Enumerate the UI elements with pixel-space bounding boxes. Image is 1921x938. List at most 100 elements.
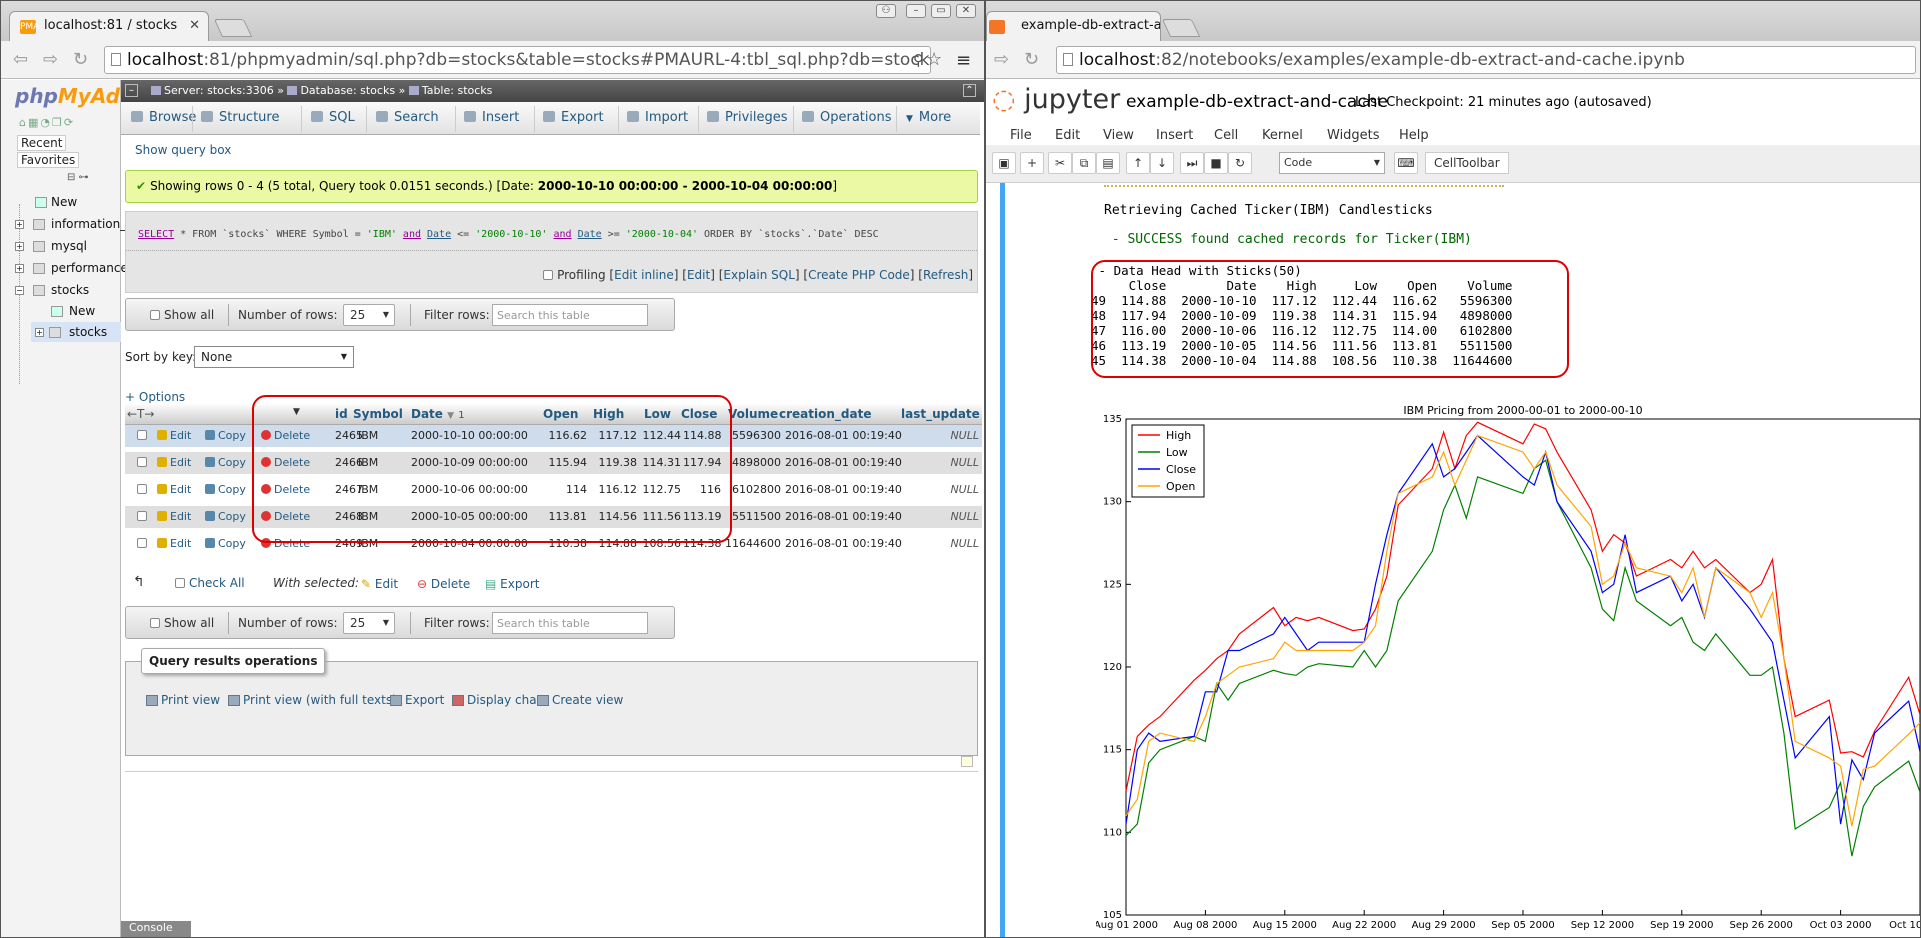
table-cell[interactable]: 2016-08-01 00:19:40 (785, 425, 903, 447)
row-copy-button[interactable]: Copy (203, 533, 246, 555)
forward-arrow-icon[interactable]: ⇨ (43, 50, 58, 70)
tree-item-performance-schema[interactable]: + performance (1, 258, 128, 278)
expand-icon[interactable]: + (15, 264, 24, 273)
celltoolbar-button[interactable]: CellToolbar (1425, 152, 1509, 174)
browser-tab-phpmyadmin[interactable]: PMA localhost:81 / stocks ✕ (9, 11, 209, 41)
maximize-icon[interactable]: ▭ (931, 4, 951, 18)
tab-operations[interactable]: Operations (802, 110, 891, 125)
column-header-last-update[interactable]: last_update (901, 407, 980, 421)
stop-icon[interactable]: ■ (1204, 152, 1228, 174)
cut-icon[interactable]: ✂ (1048, 152, 1072, 174)
menu-kernel[interactable]: Kernel (1262, 128, 1303, 143)
column-header-creation-date[interactable]: creation_date (779, 407, 871, 421)
create-view-link[interactable]: Create view (537, 693, 623, 707)
table-cell[interactable]: NULL (901, 506, 979, 528)
row-edit-button[interactable]: Edit (155, 533, 191, 555)
row-checkbox[interactable] (137, 430, 147, 440)
new-tab-button[interactable] (213, 19, 253, 37)
create-php-code-link[interactable]: Create PHP Code (808, 268, 910, 282)
reload-icon[interactable]: ↻ (1024, 50, 1039, 70)
bulk-delete-button[interactable]: ⊖ Delete (417, 577, 470, 591)
breadcrumb-database[interactable]: Database: stocks (300, 84, 395, 97)
collapse-header-icon[interactable]: ⌃ (963, 84, 976, 97)
table-cell[interactable]: 2016-08-01 00:19:40 (785, 533, 903, 555)
row-edit-button[interactable]: Edit (155, 452, 191, 474)
table-cell[interactable]: 11644600 (725, 533, 781, 555)
tab-structure[interactable]: Structure (201, 110, 279, 125)
sort-by-key-select[interactable]: None (194, 346, 354, 368)
row-checkbox[interactable] (137, 457, 147, 467)
console-toggle[interactable]: Console (121, 921, 191, 937)
add-cell-icon[interactable]: + (1020, 152, 1044, 174)
menu-help[interactable]: Help (1399, 128, 1429, 143)
table-cell[interactable]: 4898000 (725, 452, 781, 474)
recent-tables-button[interactable]: Recent (17, 135, 67, 151)
row-edit-button[interactable]: Edit (155, 506, 191, 528)
row-edit-button[interactable]: Edit (155, 425, 191, 447)
tab-insert[interactable]: Insert (464, 110, 519, 125)
breadcrumb-server[interactable]: Server: stocks:3306 (164, 84, 274, 97)
row-copy-button[interactable]: Copy (203, 452, 246, 474)
copy-icon[interactable]: ⧉ (1072, 152, 1096, 174)
move-down-icon[interactable]: ↓ (1150, 152, 1174, 174)
browser-tab-jupyter[interactable]: example-db-extract-a (986, 11, 1161, 41)
row-edit-button[interactable]: Edit (155, 479, 191, 501)
expand-icon[interactable]: + (15, 220, 24, 229)
restart-icon[interactable]: ↻ (1228, 152, 1252, 174)
table-cell[interactable]: 5596300 (725, 425, 781, 447)
bulk-edit-button[interactable]: ✎ Edit (361, 577, 398, 591)
menu-edit[interactable]: Edit (1055, 128, 1080, 143)
tree-item-new-table[interactable]: New (1, 301, 121, 321)
breadcrumb-table[interactable]: Table: stocks (422, 84, 493, 97)
column-arrows-icon[interactable]: ←T→ (127, 407, 154, 421)
tree-item-table-stocks[interactable]: + stocks (31, 322, 121, 342)
check-all-toggle[interactable]: Check All (175, 576, 245, 590)
sql-query-text[interactable]: SELECT * FROM `stocks` WHERE Symbol = 'I… (138, 229, 879, 240)
row-copy-button[interactable]: Copy (203, 425, 246, 447)
edit-inline-link[interactable]: Edit inline (614, 268, 674, 282)
options-link[interactable]: + Options (125, 390, 185, 404)
edit-sql-link[interactable]: Edit (687, 268, 710, 282)
tab-search[interactable]: Search (376, 110, 439, 125)
phpmyadmin-logo[interactable]: phpMyAd (15, 84, 120, 108)
filter-rows-input[interactable]: Search this table (492, 304, 648, 326)
show-all-checkbox[interactable] (150, 618, 160, 628)
row-copy-button[interactable]: Copy (203, 479, 246, 501)
table-cell[interactable]: NULL (901, 425, 979, 447)
tree-item-information-schema[interactable]: + information_ (1, 214, 126, 234)
row-checkbox[interactable] (137, 484, 147, 494)
bookmark-star-icon[interactable]: ☆ (926, 49, 942, 70)
table-cell[interactable]: NULL (901, 533, 979, 555)
close-window-icon[interactable]: ✕ (956, 4, 976, 18)
check-all-checkbox[interactable] (175, 578, 185, 588)
forward-arrow-icon[interactable]: ⇨ (994, 50, 1009, 70)
nav-quick-icons[interactable]: ⌂▦◔❐⟳ (19, 116, 75, 129)
scroll-icon[interactable] (961, 756, 973, 767)
show-query-box-link[interactable]: Show query box (135, 143, 231, 157)
favorite-tables-button[interactable]: Favorites (17, 152, 80, 168)
back-arrow-icon[interactable]: ⇦ (13, 50, 28, 70)
keyboard-icon[interactable]: ⌨ (1394, 152, 1418, 174)
collapse-icon[interactable]: − (15, 286, 24, 295)
tab-export[interactable]: Export (543, 110, 604, 125)
move-up-icon[interactable]: ↑ (1126, 152, 1150, 174)
refresh-link[interactable]: Refresh (923, 268, 968, 282)
collapse-nav-icon[interactable]: – (125, 84, 138, 97)
address-bar[interactable]: localhost:81/phpmyadmin/sql.php?db=stock… (104, 46, 931, 74)
print-view-full-texts-link[interactable]: Print view (with full texts) (228, 693, 397, 707)
tree-collapse-link-icons[interactable]: ⊟ ⊶ (67, 172, 89, 183)
expand-icon[interactable]: + (15, 242, 24, 251)
menu-widgets[interactable]: Widgets (1327, 128, 1380, 143)
print-view-link[interactable]: Print view (146, 693, 220, 707)
table-cell[interactable]: 6102800 (725, 479, 781, 501)
table-cell[interactable]: 2016-08-01 00:19:40 (785, 452, 903, 474)
tree-item-new-database[interactable]: New (1, 192, 121, 212)
tab-import[interactable]: Import (627, 110, 688, 125)
bulk-export-button[interactable]: ▤ Export (485, 577, 539, 591)
tab-browse[interactable]: Browse (131, 110, 196, 125)
row-checkbox[interactable] (137, 511, 147, 521)
show-all-toggle[interactable]: Show all (150, 308, 214, 322)
expand-icon[interactable]: + (35, 328, 44, 337)
profiling-checkbox[interactable] (543, 270, 554, 280)
show-all-toggle[interactable]: Show all (150, 616, 214, 630)
